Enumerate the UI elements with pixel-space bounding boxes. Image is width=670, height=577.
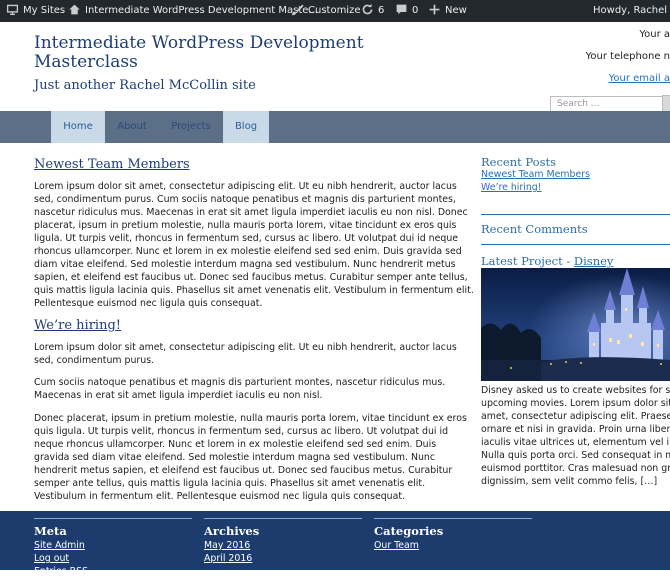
footer-meta-heading: Meta [34,524,67,538]
new-content-menu[interactable]: New [428,0,467,22]
my-sites-icon [6,3,19,16]
contact-email-link[interactable]: Your email a [609,73,670,84]
post-paragraph: Cum sociis natoque penatibus et magnis d… [34,377,446,401]
updates-link[interactable]: 6 [361,0,384,22]
footer-link-archive[interactable]: April 2016 [204,553,252,564]
site-description: Just another Rachel McCollin site [34,78,256,93]
contact-telephone: Your telephone n [585,51,670,62]
nav-item-blog[interactable]: Blog [223,111,269,143]
post-paragraph: Lorem ipsum dolor sit amet, consectetur … [34,181,474,309]
updates-count: 6 [378,5,385,16]
customize-link[interactable]: Customize [291,0,361,22]
post-title-were-hiring[interactable]: We’re hiring! [34,318,121,333]
plus-icon [428,3,441,16]
project-excerpt-text: Disney asked us to create websites for s… [481,385,670,487]
recent-post-link[interactable]: Newest Team Members [481,169,590,180]
comments-count: 0 [412,5,419,16]
post-paragraph: Lorem ipsum dolor sit amet, consectetur … [34,342,457,366]
site-name-label: Intermediate WordPress Development Maste… [85,5,318,16]
sidebar-divider [481,214,670,215]
site-name-menu[interactable]: Intermediate WordPress Development Maste… [68,0,318,22]
footer-divider [204,518,362,519]
my-sites-menu[interactable]: My Sites [6,0,65,22]
castle-image [481,268,670,381]
search-input[interactable]: Search ... [550,96,670,112]
nav-item-about[interactable]: About [105,111,159,143]
howdy-label: Howdy, Rachel Mc [593,5,670,16]
contact-address: Your a [639,29,670,40]
project-excerpt: Disney asked us to create websites for s… [481,384,670,488]
footer-link-archive[interactable]: May 2016 [204,540,250,551]
post-title-newest-team-members[interactable]: Newest Team Members [34,157,190,172]
admin-bar: My Sites Intermediate WordPress Developm… [0,0,670,22]
home-icon [68,3,81,16]
read-more-link[interactable]: […] [640,476,657,487]
footer-link-log-out[interactable]: Log out [34,553,69,564]
site-footer [0,511,670,570]
nav-item-projects[interactable]: Projects [159,111,223,143]
comment-bubble-icon [395,3,408,16]
site-title[interactable]: Intermediate WordPress Development Maste… [34,34,364,72]
recent-posts-heading: Recent Posts [481,155,557,169]
latest-project-heading: Latest Project - Disney [481,254,613,268]
footer-archives-heading: Archives [204,524,260,538]
my-sites-label: My Sites [23,5,66,16]
footer-categories-heading: Categories [374,524,444,538]
recent-post-link[interactable]: We’re hiring! [481,182,542,193]
paintbrush-icon [291,3,304,16]
sidebar-divider [481,244,670,245]
refresh-icon [361,3,374,16]
recent-comments-heading: Recent Comments [481,222,588,236]
customize-label: Customize [308,5,361,16]
footer-link-category[interactable]: Our Team [374,540,419,551]
nav-item-home[interactable]: Home [51,111,105,143]
footer-link-entries-rss[interactable]: Entries RSS [34,566,88,577]
footer-divider [374,518,532,519]
footer-divider [34,518,192,519]
new-label: New [445,5,467,16]
post-paragraph: Donec placerat, ipsum in pretium molesti… [34,413,467,502]
account-menu[interactable]: Howdy, Rachel Mc [593,0,670,22]
latest-project-link[interactable]: Disney [574,254,614,268]
footer-link-site-admin[interactable]: Site Admin [34,540,85,551]
latest-project-prefix: Latest Project - [481,254,574,268]
project-image[interactable] [481,268,670,381]
comments-link[interactable]: 0 [395,0,418,22]
